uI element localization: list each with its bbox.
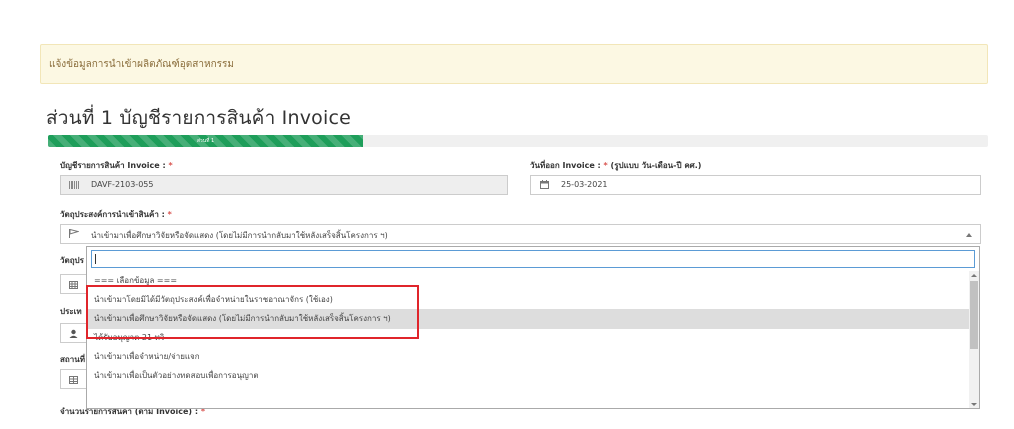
caret-up-icon[interactable] [966,233,972,237]
grid-icon [60,274,86,294]
invoice-date-field[interactable]: 25-03-2021 [530,175,981,195]
invoice-list-label: บัญชีรายการสินค้า Invoice : * [60,159,173,172]
required-mark: * [168,161,173,170]
required-mark: * [603,161,608,170]
purpose-dropdown[interactable]: === เลือกข้อมูล === นำเข้ามาโดยมิได้มีวัต… [86,246,980,409]
purpose-select[interactable]: นำเข้ามาเพื่อศึกษาวิจัยหรือจัดแสดง (โดยไ… [60,224,981,244]
dropdown-option[interactable]: นำเข้ามาเพื่อจำหน่าย/จ่ายแจก [87,347,969,367]
dropdown-scrollbar[interactable] [969,271,979,408]
purpose-label-text: วัตถุประสงค์การนำเข้าสินค้า : [60,210,165,219]
text-cursor [95,254,96,264]
step-progress-bar: ส่วนที่ 1 [48,135,988,147]
progress-label: ส่วนที่ 1 [196,138,215,144]
dropdown-option[interactable]: === เลือกข้อมูล === [87,271,969,291]
table-icon [60,369,86,389]
scroll-up-arrow-icon[interactable] [971,274,977,277]
dropdown-search-input[interactable] [91,250,975,268]
calendar-icon [531,176,557,194]
dropdown-option[interactable]: ได้รับอนุญาต 21 ทวิ [87,328,969,348]
invoice-date-value: 25-03-2021 [561,180,608,189]
invoice-list-label-text: บัญชีรายการสินค้า Invoice : [60,161,166,170]
barcode-icon [61,176,87,194]
flag-icon [61,225,87,243]
scroll-down-arrow-icon[interactable] [971,403,977,406]
banner-text: แจ้งข้อมูลการนำเข้าผลิตภัณฑ์อุตสาหกรรม [49,59,234,70]
dropdown-option[interactable]: นำเข้ามาเพื่อเป็นตัวอย่างทดสอบเพื่อการอน… [87,366,969,386]
invoice-list-value: DAVF-2103-055 [91,180,154,189]
invoice-list-field[interactable]: DAVF-2103-055 [60,175,508,195]
user-icon [60,323,86,343]
dropdown-option[interactable]: นำเข้ามาเพื่อศึกษาวิจัยหรือจัดแสดง (โดยไ… [87,309,969,329]
date-format-hint: (รูปแบบ วัน-เดือน-ปี คศ.) [610,161,702,170]
page-title: ส่วนที่ 1 บัญชีรายการสินค้า Invoice [46,107,352,129]
second-purpose-label: วัตถุปร [60,256,84,265]
country-label: ประเท [60,307,82,316]
purpose-selected-value: นำเข้ามาเพื่อศึกษาวิจัยหรือจัดแสดง (โดยไ… [91,231,388,240]
dropdown-option[interactable]: นำเข้ามาโดยมิได้มีวัตถุประสงค์เพื่อจำหน่… [87,290,969,310]
scrollbar-thumb[interactable] [970,281,978,349]
purpose-label: วัตถุประสงค์การนำเข้าสินค้า : * [60,208,172,221]
required-mark: * [167,210,172,219]
place-label: สถานที่ [60,355,85,364]
info-banner: แจ้งข้อมูลการนำเข้าผลิตภัณฑ์อุตสาหกรรม [40,44,988,84]
invoice-date-label: วันที่ออก Invoice : * (รูปแบบ วัน-เดือน-… [530,159,701,172]
invoice-date-label-text: วันที่ออก Invoice : [530,161,601,170]
